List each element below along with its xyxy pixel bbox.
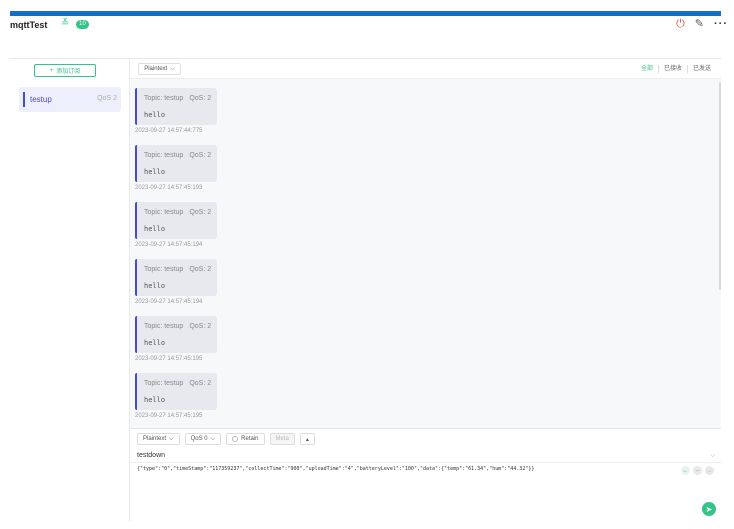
message-payload: hello xyxy=(144,225,166,233)
message-qos: QoS: 2 xyxy=(189,95,212,102)
subscription-item-testup[interactable]: testup QoS 2 xyxy=(19,87,121,112)
filter-all[interactable]: 全部 xyxy=(636,65,658,73)
message-list: Topic: testup QoS: 2 hello 2023-09-27 14:… xyxy=(130,80,718,428)
message-item: Topic: testup QoS: 2 hello 2023-09-27 14:… xyxy=(135,373,217,419)
add-subscription-label: 添加订阅 xyxy=(56,69,81,75)
caret-up-icon: ▴ xyxy=(305,436,309,443)
message-bubble[interactable]: Topic: testup QoS: 2 hello xyxy=(135,259,217,296)
message-time: 2023-09-27 14:57:45:195 xyxy=(135,413,203,419)
message-color-bar xyxy=(135,373,137,410)
publish-qos-select[interactable]: QoS 0 ⌵ xyxy=(184,433,222,445)
retain-toggle[interactable]: Retain xyxy=(226,433,265,445)
message-time: 2023-09-27 14:57:45:194 xyxy=(135,242,203,248)
publish-controls: Plaintext ⌵ QoS 0 ⌵ Retain Meta ▴ xyxy=(137,433,315,445)
message-header: Topic: testup QoS: 2 xyxy=(144,380,211,387)
message-toolbar xyxy=(130,59,721,79)
message-qos: QoS: 2 xyxy=(189,380,212,387)
message-bubble[interactable]: Topic: testup QoS: 2 hello xyxy=(135,88,217,125)
message-color-bar xyxy=(135,316,137,353)
publish-format-select[interactable]: Plaintext ⌵ xyxy=(137,433,180,445)
message-qos: QoS: 2 xyxy=(189,323,212,330)
message-payload: hello xyxy=(144,396,166,404)
meta-label: Meta xyxy=(275,436,289,442)
message-color-bar xyxy=(135,88,137,125)
send-icon[interactable]: ➤ xyxy=(702,502,716,516)
message-header: Topic: testup QoS: 2 xyxy=(144,209,211,216)
message-time: 2023-09-27 14:57:45:194 xyxy=(135,299,203,305)
chevron-down-icon[interactable]: ⌵ xyxy=(710,452,715,460)
publish-format-value: Plaintext xyxy=(143,436,167,442)
power-icon[interactable]: ⏻ xyxy=(676,18,685,30)
message-qos: QoS: 2 xyxy=(189,266,212,273)
subscription-sidebar xyxy=(10,59,130,521)
history-reset-icon[interactable]: – xyxy=(693,466,702,475)
edit-icon[interactable]: ✎ xyxy=(695,18,704,30)
message-header: Topic: testup QoS: 2 xyxy=(144,152,211,159)
message-item: Topic: testup QoS: 2 hello 2023-09-27 14:… xyxy=(135,145,217,191)
header-actions: ⏻ ✎ ··· xyxy=(676,18,728,30)
retain-label: Retain xyxy=(241,436,259,442)
message-item: Topic: testup QoS: 2 hello 2023-09-27 14:… xyxy=(135,88,217,134)
retain-radio-icon xyxy=(232,436,239,442)
message-item: Topic: testup QoS: 2 hello 2023-09-27 14:… xyxy=(135,202,217,248)
connection-name: mqttTest xyxy=(10,20,48,30)
message-topic: Topic: testup xyxy=(144,152,184,159)
subscription-topic: testup xyxy=(30,95,52,104)
publish-divider xyxy=(130,462,721,463)
message-bubble[interactable]: Topic: testup QoS: 2 hello xyxy=(135,316,217,353)
meta-button[interactable]: Meta xyxy=(269,433,295,445)
message-color-bar xyxy=(135,202,137,239)
message-payload: hello xyxy=(144,339,166,347)
message-time: 2023-09-27 14:57:44:775 xyxy=(135,128,203,134)
publish-topic-input[interactable]: testdown xyxy=(137,452,165,459)
message-topic: Topic: testup xyxy=(144,95,184,102)
message-topic: Topic: testup xyxy=(144,380,184,387)
message-bubble[interactable]: Topic: testup QoS: 2 hello xyxy=(135,373,217,410)
message-payload: hello xyxy=(144,111,166,119)
plus-icon: + xyxy=(49,67,54,74)
collapse-publisher-button[interactable]: ▴ xyxy=(299,433,315,445)
filter-sent[interactable]: 已发送 xyxy=(686,65,716,73)
more-icon[interactable]: ··· xyxy=(714,18,728,30)
add-subscription-button[interactable]: + 添加订阅 xyxy=(34,64,96,77)
message-header: Topic: testup QoS: 2 xyxy=(144,266,211,273)
message-item: Topic: testup QoS: 2 hello 2023-09-27 14:… xyxy=(135,259,217,305)
message-color-bar xyxy=(135,259,137,296)
filter-received[interactable]: 已接收 xyxy=(657,65,687,73)
chevron-down-icon: ⌵ xyxy=(170,65,175,72)
publish-qos-value: QoS 0 xyxy=(190,436,208,442)
message-topic: Topic: testup xyxy=(144,323,184,330)
message-color-bar xyxy=(135,145,137,182)
chevron-down-icon: ⌵ xyxy=(210,435,216,442)
message-bubble[interactable]: Topic: testup QoS: 2 hello xyxy=(135,202,217,239)
subscription-qos: QoS 2 xyxy=(97,95,117,102)
message-header: Topic: testup QoS: 2 xyxy=(144,95,211,102)
message-time: 2023-09-27 14:57:45:195 xyxy=(135,356,203,362)
history-back-icon[interactable]: ← xyxy=(681,466,690,475)
history-navigation: ← – → xyxy=(681,466,714,475)
message-filter-tabs: 全部 已接收 已发送 xyxy=(636,65,716,73)
message-qos: QoS: 2 xyxy=(189,209,212,216)
message-topic: Topic: testup xyxy=(144,209,184,216)
history-forward-icon[interactable]: → xyxy=(705,466,714,475)
message-topic: Topic: testup xyxy=(144,266,184,273)
message-payload: hello xyxy=(144,168,166,176)
message-payload: hello xyxy=(144,282,166,290)
payload-format-select[interactable]: Plaintext ⌵ xyxy=(138,63,181,75)
message-list-scrollbar[interactable] xyxy=(719,82,721,290)
message-time: 2023-09-27 14:57:45:193 xyxy=(135,185,203,191)
format-value: Plaintext xyxy=(144,66,168,72)
chevron-down-icon: ⌵ xyxy=(169,435,174,442)
chevron-double-down-icon[interactable]: ≚ xyxy=(61,18,69,29)
publish-payload-editor[interactable]: {"type":"0","timeStamp":"117359237","col… xyxy=(137,466,677,472)
message-item: Topic: testup QoS: 2 hello 2023-09-27 14:… xyxy=(135,316,217,362)
message-qos: QoS: 2 xyxy=(189,152,212,159)
connection-header xyxy=(10,16,721,59)
message-bubble[interactable]: Topic: testup QoS: 2 hello xyxy=(135,145,217,182)
message-header: Topic: testup QoS: 2 xyxy=(144,323,211,330)
subscription-color-bar xyxy=(23,92,25,107)
connection-badge: 10 xyxy=(76,20,89,29)
